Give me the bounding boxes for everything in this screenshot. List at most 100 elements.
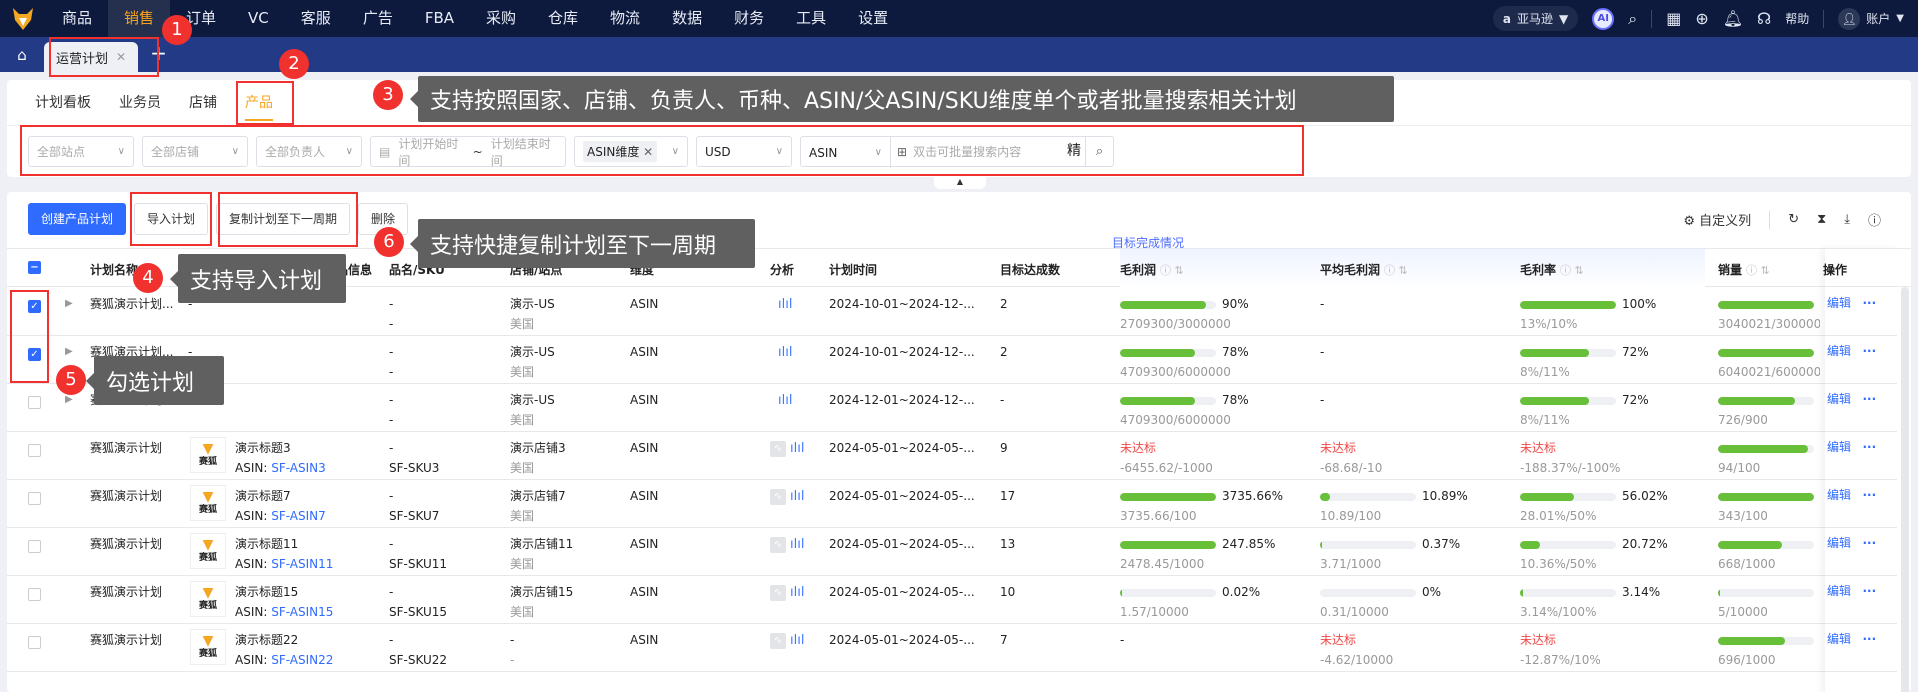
ai-icon[interactable]: AI xyxy=(1592,7,1615,30)
bar-chart-icon[interactable]: ılıl xyxy=(778,297,792,312)
site-select[interactable]: 全部站点 ∨ xyxy=(28,136,134,167)
currency-select[interactable]: USD ∨ xyxy=(696,136,792,167)
status-not-met: 未达标 xyxy=(1520,633,1557,647)
exact-match-toggle[interactable]: 精 xyxy=(1063,137,1085,166)
progress-bar xyxy=(1320,492,1416,501)
nav-item[interactable]: 数据 xyxy=(656,0,718,37)
expand-icon[interactable]: ▶ xyxy=(65,346,73,357)
nav-item[interactable]: 客服 xyxy=(285,0,347,37)
nav-item[interactable]: 采购 xyxy=(470,0,532,37)
row-checkbox[interactable]: ✓ xyxy=(28,300,41,313)
dimension-select[interactable]: ASIN维度 ✕ ∨ xyxy=(574,136,688,167)
help-link[interactable]: 帮助 xyxy=(1785,10,1809,27)
column-header[interactable]: 毛利润 ⓘ ⇅ xyxy=(1120,261,1184,278)
owner-select[interactable]: 全部负责人 ∨ xyxy=(256,136,362,167)
asin-link[interactable]: SF-ASIN15 xyxy=(271,605,333,619)
asin-link[interactable]: SF-ASIN11 xyxy=(271,557,333,571)
headset-icon[interactable]: ☊ xyxy=(1757,9,1771,28)
close-icon[interactable]: ✕ xyxy=(643,145,653,159)
bar-chart-icon[interactable]: ılıl xyxy=(790,633,804,649)
subtab[interactable]: 业务员 xyxy=(105,80,175,125)
trend-chart-icon[interactable]: ∿ xyxy=(770,537,786,553)
subtab[interactable]: 计划看板 xyxy=(21,80,105,125)
hourglass-icon[interactable]: ⧗ xyxy=(1817,212,1826,227)
row-checkbox[interactable] xyxy=(28,588,41,601)
search-type-select[interactable]: ASIN ∨ xyxy=(801,137,891,168)
refresh-icon[interactable]: ↻ xyxy=(1788,212,1799,227)
expand-icon[interactable]: ▶ xyxy=(65,298,73,309)
close-icon[interactable]: ✕ xyxy=(116,50,126,64)
help-icon[interactable]: ⓘ ⇅ xyxy=(1560,264,1584,277)
row-checkbox[interactable] xyxy=(28,636,41,649)
trend-chart-icon[interactable]: ∿ xyxy=(770,633,786,649)
bar-chart-icon[interactable]: ılıl xyxy=(790,537,804,553)
platform-switch[interactable]: a 亚马逊 ▼ xyxy=(1492,6,1579,31)
avatar[interactable]: 👤︎ xyxy=(1838,7,1861,30)
nav-item[interactable]: 设置 xyxy=(842,0,904,37)
nav-item[interactable]: 工具 xyxy=(780,0,842,37)
logo-icon[interactable] xyxy=(0,0,46,37)
select-all-checkbox[interactable]: − xyxy=(28,261,41,274)
trend-chart-icon[interactable]: ∿ xyxy=(770,489,786,505)
column-header[interactable]: 毛利率 ⓘ ⇅ xyxy=(1520,261,1584,278)
asin-link[interactable]: SF-ASIN22 xyxy=(271,653,333,667)
nav-item[interactable]: FBA xyxy=(409,0,470,37)
bar-chart-icon[interactable]: ılıl xyxy=(790,441,804,457)
row-checkbox[interactable] xyxy=(28,396,41,409)
shop-select[interactable]: 全部店铺 ∨ xyxy=(142,136,248,167)
search-input[interactable]: ⊞ 双击可批量搜索内容 xyxy=(891,137,1063,166)
trend-chart-icon[interactable]: ∿ xyxy=(770,585,786,601)
bar-chart-icon[interactable]: ılıl xyxy=(790,489,804,505)
batch-icon[interactable]: ⊞ xyxy=(897,145,907,159)
row-checkbox[interactable] xyxy=(28,492,41,505)
row-checkbox[interactable] xyxy=(28,540,41,553)
copy-to-next-period-button[interactable]: 复制计划至下一周期 xyxy=(216,203,351,235)
nav-item[interactable]: 仓库 xyxy=(532,0,594,37)
help-icon[interactable]: ⓘ ⇅ xyxy=(1160,264,1184,277)
custom-columns-button[interactable]: ⚙ 自定义列 xyxy=(1683,210,1751,229)
subtab[interactable]: 店铺 xyxy=(175,80,231,125)
search-icon[interactable]: ⌕ xyxy=(1628,9,1637,29)
chevron-down-icon: ∨ xyxy=(874,147,882,158)
nav-item[interactable]: 广告 xyxy=(347,0,409,37)
nav-item[interactable]: VC xyxy=(232,0,285,37)
column-header[interactable]: 销量 ⓘ ⇅ xyxy=(1718,261,1770,278)
collapse-filter-button[interactable]: ▲ xyxy=(934,177,986,189)
asin-link[interactable]: SF-ASIN7 xyxy=(271,509,326,523)
tab-operation-plan[interactable]: 运营计划 ✕ xyxy=(44,42,139,72)
row-checkbox[interactable] xyxy=(28,444,41,457)
nav-item[interactable]: 物流 xyxy=(594,0,656,37)
subtab[interactable]: 产品 xyxy=(231,80,287,125)
expand-icon[interactable]: ▶ xyxy=(65,394,73,405)
trend-chart-icon[interactable]: ∿ xyxy=(770,441,786,457)
bell-icon[interactable]: 🔔︎ xyxy=(1723,9,1743,28)
import-plan-button[interactable]: 导入计划 xyxy=(134,203,209,235)
export-icon[interactable]: ⤓ xyxy=(1844,212,1850,227)
bar-chart-icon[interactable]: ılıl xyxy=(778,345,792,360)
help-icon[interactable]: ⓘ ⇅ xyxy=(1746,264,1770,277)
bar-chart-icon[interactable]: ılıl xyxy=(778,393,792,408)
nav-item[interactable]: 财务 xyxy=(718,0,780,37)
help-icon[interactable]: ⓘ xyxy=(1868,210,1881,229)
progress-bar xyxy=(1520,492,1616,501)
progress-bar xyxy=(1520,300,1616,309)
home-icon[interactable]: ⌂ xyxy=(0,37,44,72)
search-button[interactable]: ⌕ xyxy=(1085,137,1113,166)
row-checkbox[interactable]: ✓ xyxy=(28,348,41,361)
column-header[interactable]: 平均毛利润 ⓘ ⇅ xyxy=(1320,261,1408,278)
vertical-scrollbar[interactable] xyxy=(1901,287,1909,692)
progress-bar xyxy=(1120,300,1216,309)
create-product-plan-button[interactable]: 创建产品计划 xyxy=(28,203,127,235)
help-icon[interactable]: ⓘ ⇅ xyxy=(1384,264,1408,277)
date-range-picker[interactable]: ▤ 计划开始时间 ~ 计划结束时间 xyxy=(370,135,566,169)
nav-item[interactable]: 商品 xyxy=(46,0,108,37)
plan-name: 赛狐演示计划 xyxy=(90,441,163,455)
end-date-input[interactable]: 计划结束时间 xyxy=(491,135,557,169)
apps-grid-icon[interactable]: ▦ xyxy=(1666,9,1681,28)
start-date-input[interactable]: 计划开始时间 xyxy=(398,135,464,169)
nav-item[interactable]: 销售 xyxy=(108,0,171,37)
download-icon[interactable]: ⊕ xyxy=(1695,9,1708,28)
account-menu[interactable]: 账户 xyxy=(1866,10,1890,27)
asin-link[interactable]: SF-ASIN3 xyxy=(271,461,326,475)
bar-chart-icon[interactable]: ılıl xyxy=(790,585,804,601)
